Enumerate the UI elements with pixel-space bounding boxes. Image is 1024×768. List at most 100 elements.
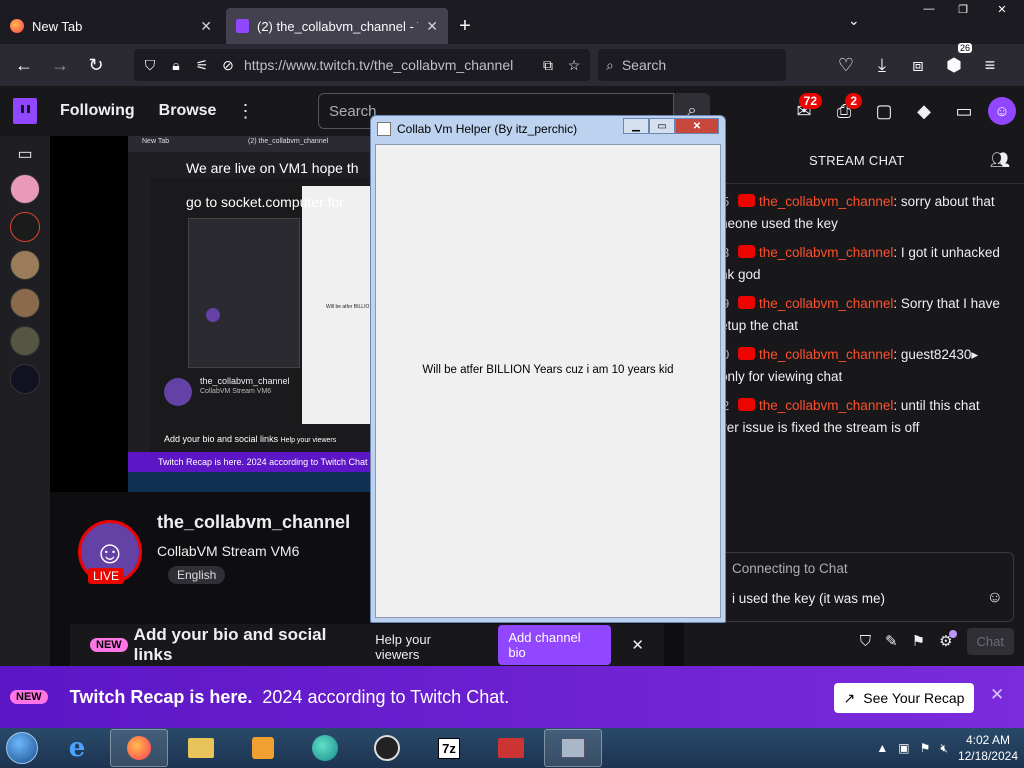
- maximize-button[interactable]: ▭: [649, 118, 675, 134]
- app-icon[interactable]: [482, 729, 540, 767]
- obs-icon[interactable]: [358, 729, 416, 767]
- chat-username[interactable]: the_collabvm_channel: [759, 398, 893, 413]
- stream-thumbnail: [188, 218, 300, 368]
- addon-icon[interactable]: ⬢ 26: [938, 43, 972, 81]
- forward-arrow-icon[interactable]: →: [44, 49, 76, 81]
- stream-overlay-line2: go to socket.computer for: [186, 194, 344, 210]
- restore-button[interactable]: ❐: [946, 0, 980, 18]
- emote-picker-icon[interactable]: ☺: [987, 589, 1003, 607]
- 7zip-icon[interactable]: 7z: [420, 729, 478, 767]
- firefox-icon[interactable]: [110, 729, 168, 767]
- search-icon: ⌕: [606, 56, 614, 73]
- channel-name[interactable]: the_collabvm_channel: [157, 512, 350, 533]
- window-title-bar[interactable]: Collab Vm Helper (By itz_perchic): [377, 122, 577, 136]
- user-avatar-icon[interactable]: ☺: [988, 97, 1016, 125]
- mod-tools-icon[interactable]: ✎: [885, 632, 898, 650]
- inbox-icon[interactable]: ✉ 72: [784, 91, 824, 131]
- flag-icon[interactable]: ⚑: [920, 741, 931, 755]
- new-tab-button[interactable]: +: [448, 8, 482, 44]
- live-badge: LIVE: [88, 568, 125, 584]
- tag-english[interactable]: English: [168, 566, 226, 584]
- window-controls: ▁ ▭ ✕: [623, 118, 719, 134]
- broadcaster-badge-icon: [738, 245, 755, 258]
- minimize-button[interactable]: —: [912, 0, 946, 18]
- add-channel-bio-button[interactable]: Add channel bio: [498, 625, 612, 665]
- collab-vm-helper-window[interactable]: Collab Vm Helper (By itz_perchic) ▁ ▭ ✕ …: [370, 115, 726, 623]
- tab-close-icon[interactable]: ✕: [426, 18, 438, 35]
- nav-browse[interactable]: Browse: [159, 102, 217, 120]
- bookmark-star-icon[interactable]: ☆: [564, 57, 584, 74]
- twitch-favicon-icon: [236, 19, 249, 33]
- browser-nav-bar: ← → ↻ ⛉ 🔒︎ ⚟ ⊘ https://www.twitch.tv/the…: [0, 43, 1024, 86]
- close-icon[interactable]: ✕: [631, 636, 644, 654]
- edge-icon[interactable]: [296, 729, 354, 767]
- channel-avatar[interactable]: [10, 174, 40, 204]
- predictions-icon[interactable]: ⚑: [912, 632, 925, 650]
- minimize-button[interactable]: ▁: [623, 118, 649, 134]
- channel-avatar[interactable]: [10, 288, 40, 318]
- download-icon[interactable]: ⤓: [866, 49, 898, 81]
- chevron-down-icon[interactable]: ⌄: [848, 12, 860, 29]
- bits-icon[interactable]: ▭: [944, 91, 984, 131]
- close-window-button[interactable]: ✕: [675, 118, 719, 134]
- nav-following[interactable]: Following: [60, 102, 135, 120]
- permissions-icon[interactable]: ⚟: [192, 57, 212, 74]
- chat-username[interactable]: the_collabvm_channel: [759, 194, 893, 209]
- channel-avatar[interactable]: [10, 250, 40, 280]
- channel-avatar[interactable]: [10, 326, 40, 356]
- url-text[interactable]: https://www.twitch.tv/the_collabvm_chann…: [244, 57, 532, 73]
- start-button[interactable]: [0, 728, 44, 768]
- broadcaster-badge-icon: [738, 347, 755, 360]
- chat-username[interactable]: the_collabvm_channel: [759, 296, 893, 311]
- see-your-recap-button[interactable]: ↗ See Your Recap: [834, 683, 974, 713]
- recap-title: Twitch Recap is here.: [69, 686, 253, 707]
- lock-icon[interactable]: 🔒︎: [166, 57, 186, 74]
- reload-icon[interactable]: ↻: [80, 49, 112, 81]
- volume-muted-icon[interactable]: 🔇︎: [940, 741, 948, 756]
- twitch-logo-icon[interactable]: [0, 86, 50, 136]
- menu-icon[interactable]: ≡: [974, 49, 1006, 81]
- clock-time: 4:02 AM: [965, 733, 1010, 747]
- shield-mode-icon[interactable]: ⛉: [860, 633, 871, 650]
- gear-icon[interactable]: ⚙: [939, 630, 957, 650]
- chat-message: 0 the_collabvm_channel: guest82430▸only …: [684, 341, 1024, 392]
- media-player-icon[interactable]: [234, 729, 292, 767]
- tab-twitch[interactable]: (2) the_collabvm_channel - Twi ✕: [226, 8, 448, 44]
- chat-input[interactable]: i used the key (it was me): [732, 591, 885, 606]
- extensions-icon[interactable]: ⧈: [902, 49, 934, 81]
- addon-badge: 26: [957, 43, 972, 53]
- more-options-icon[interactable]: ⋮: [236, 101, 254, 122]
- prime-crown-icon[interactable]: ◆: [904, 91, 944, 131]
- bio-prompt-subtitle: Help your viewers: [375, 631, 431, 662]
- pocket-icon[interactable]: ♡: [830, 49, 862, 81]
- channel-avatar[interactable]: [10, 364, 40, 394]
- windows-logo-icon: [6, 732, 38, 764]
- chat-send-button[interactable]: Chat: [966, 627, 1014, 655]
- back-arrow-icon[interactable]: ←: [8, 49, 40, 81]
- autoplay-blocked-icon[interactable]: ⊘: [218, 57, 238, 74]
- whispers-icon[interactable]: ▢: [864, 91, 904, 131]
- tab-close-icon[interactable]: ✕: [200, 18, 212, 35]
- internet-explorer-icon[interactable]: e: [48, 729, 106, 767]
- browser-search-input[interactable]: ⌕ Search: [598, 49, 786, 81]
- chat-toolbar: ⛉ ✎ ⚑ ⚙ Chat: [684, 626, 1024, 656]
- close-window-button[interactable]: ✕: [980, 0, 1024, 18]
- broadcaster-badge-icon: [738, 194, 755, 207]
- url-bar[interactable]: ⛉ 🔒︎ ⚟ ⊘ https://www.twitch.tv/the_colla…: [134, 49, 590, 81]
- video-camera-icon[interactable]: ▭: [17, 144, 32, 166]
- picture-in-picture-icon[interactable]: ⧉: [538, 57, 558, 74]
- tab-new-tab[interactable]: New Tab ✕: [0, 8, 222, 44]
- clock[interactable]: 4:02 AM 12/18/2024: [958, 732, 1018, 764]
- notifications-icon[interactable]: ⎙ 2: [824, 91, 864, 131]
- chat-username[interactable]: the_collabvm_channel: [759, 347, 893, 362]
- community-icon[interactable]: 👥︎: [990, 150, 1010, 170]
- network-icon[interactable]: ▣: [898, 741, 909, 755]
- app-icon: [377, 122, 391, 136]
- collab-vm-helper-taskbar-icon[interactable]: [544, 729, 602, 767]
- file-explorer-icon[interactable]: [172, 729, 230, 767]
- close-icon[interactable]: ✕: [990, 685, 1004, 705]
- chat-username[interactable]: the_collabvm_channel: [759, 245, 893, 260]
- show-hidden-icons-icon[interactable]: ▲: [876, 741, 888, 755]
- shield-icon[interactable]: ⛉: [140, 57, 160, 74]
- channel-avatar[interactable]: [10, 212, 40, 242]
